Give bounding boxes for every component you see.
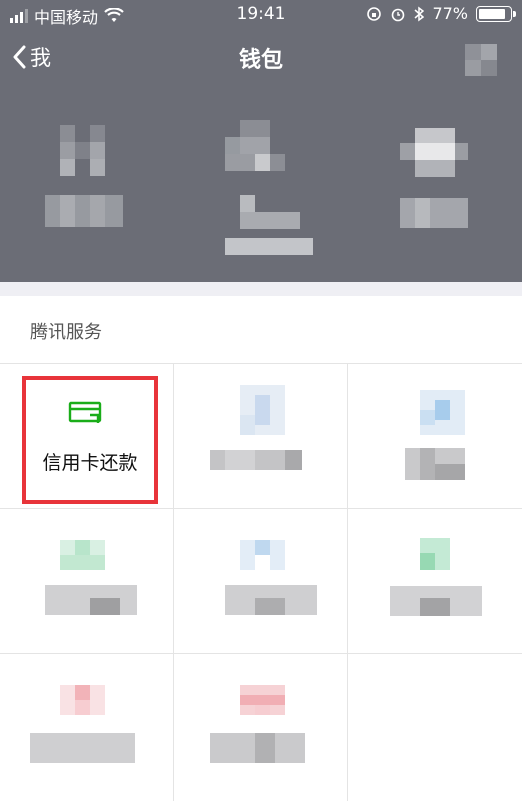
service-tile-mosaic[interactable] [210, 385, 302, 470]
status-bar: 中国移动 19:41 77% [0, 0, 522, 28]
service-tile-mosaic[interactable] [390, 538, 482, 616]
orientation-lock-icon [367, 6, 382, 21]
alarm-icon [392, 8, 405, 21]
section-title: 腾讯服务 [30, 322, 102, 343]
wallet-item-mosaic-2[interactable] [225, 120, 313, 255]
battery-icon [476, 5, 516, 22]
wallet-item-mosaic-1[interactable] [45, 125, 123, 227]
highlight-box [22, 376, 158, 504]
service-tile-mosaic[interactable] [210, 685, 305, 763]
battery-percent: 77% [432, 4, 468, 23]
service-tile-mosaic[interactable] [30, 685, 135, 763]
wallet-item-mosaic-3[interactable] [400, 128, 468, 228]
divider [347, 363, 348, 801]
page-title: 钱包 [238, 48, 283, 73]
service-tile-mosaic[interactable] [225, 540, 317, 615]
divider [0, 653, 522, 654]
nav-bar: 我 钱包 [0, 34, 522, 84]
service-tile-mosaic[interactable] [45, 540, 137, 615]
divider [173, 363, 174, 801]
bluetooth-icon [414, 6, 425, 21]
service-tile-mosaic[interactable] [405, 390, 465, 480]
more-button-mosaic[interactable] [465, 44, 497, 76]
status-right: 77% [366, 4, 516, 23]
